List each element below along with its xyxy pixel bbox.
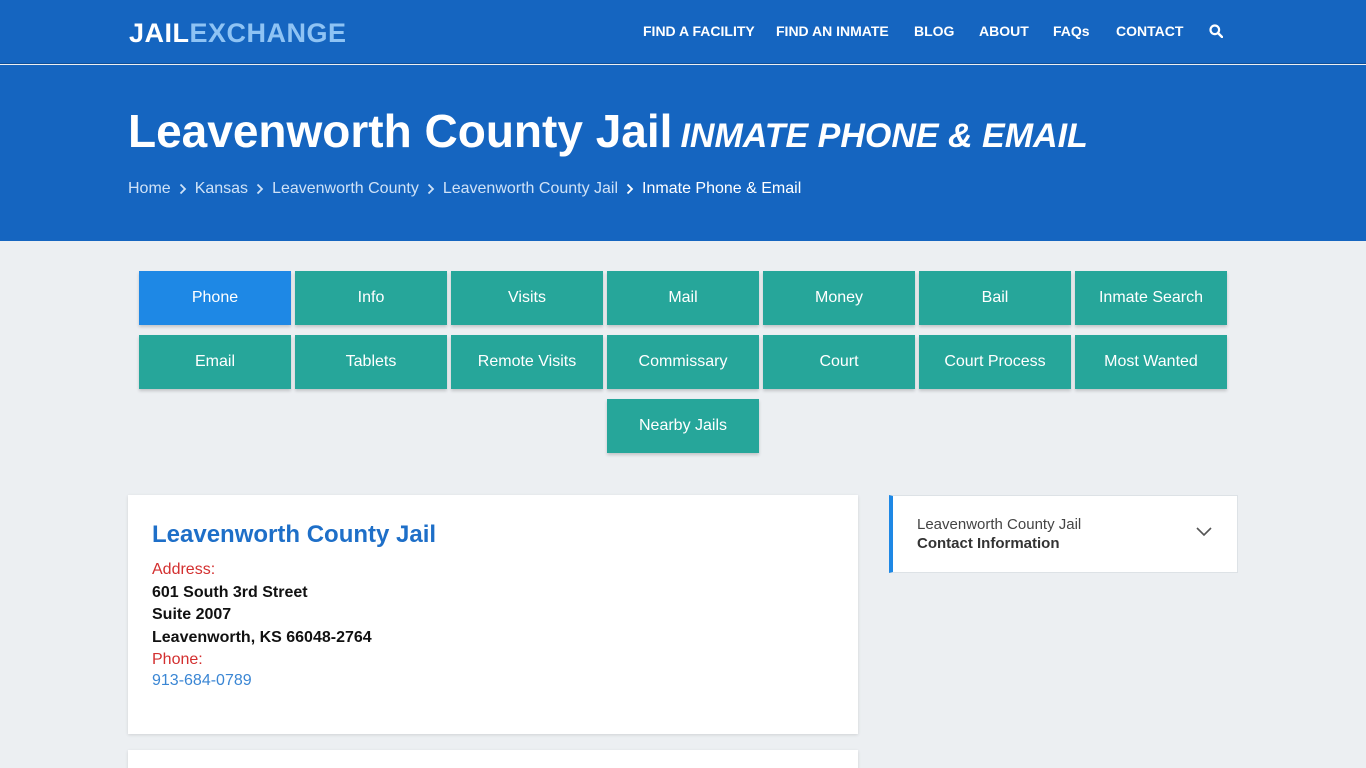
page-title: Leavenworth County Jail Inmate Phone & Em… — [128, 103, 1088, 164]
phone-link[interactable]: 913-684-0789 — [152, 671, 252, 691]
chevron-right-icon — [171, 179, 195, 199]
nav-faqs[interactable]: FAQs — [1053, 23, 1090, 39]
address-line-2: Suite 2007 — [152, 606, 232, 623]
chevron-right-icon — [248, 179, 272, 199]
tab-visits[interactable]: Visits — [451, 271, 603, 325]
tab-tablets[interactable]: Tablets — [295, 335, 447, 389]
logo-text-exchange: EXCHANGE — [189, 18, 347, 48]
tab-money[interactable]: Money — [763, 271, 915, 325]
breadcrumb-county[interactable]: Leavenworth County — [272, 179, 419, 199]
search-icon[interactable] — [1209, 24, 1223, 38]
chevron-right-icon — [618, 179, 642, 199]
address-line-3: Leavenworth, KS 66048-2764 — [152, 629, 372, 646]
breadcrumb-current: Inmate Phone & Email — [642, 180, 802, 197]
nav-find-facility[interactable]: FIND A FACILITY — [643, 23, 755, 39]
tab-nearby-jails[interactable]: Nearby Jails — [607, 399, 759, 453]
breadcrumb-home[interactable]: Home — [128, 179, 171, 199]
facility-name: Leavenworth County Jail — [152, 521, 437, 548]
tab-most-wanted[interactable]: Most Wanted — [1075, 335, 1227, 389]
nav-about[interactable]: ABOUT — [979, 23, 1029, 39]
tab-mail[interactable]: Mail — [607, 271, 759, 325]
accordion-title-contact: Contact Information — [917, 535, 1060, 552]
page-title-main: Leavenworth County Jail — [128, 105, 673, 157]
phone-label: Phone: — [152, 651, 203, 668]
tab-bail[interactable]: Bail — [919, 271, 1071, 325]
accordion-title-facility: Leavenworth County Jail — [917, 516, 1082, 533]
page-hero: Leavenworth County Jail Inmate Phone & Em… — [0, 65, 1366, 241]
tab-inmate-search[interactable]: Inmate Search — [1075, 271, 1227, 325]
tab-remote-visits[interactable]: Remote Visits — [451, 335, 603, 389]
facility-card: Leavenworth County Jail Address: 601 Sou… — [128, 495, 858, 734]
breadcrumb-kansas[interactable]: Kansas — [195, 179, 248, 199]
breadcrumb: Home Kansas Leavenworth County Leavenwor… — [128, 179, 801, 199]
nav-blog[interactable]: BLOG — [914, 23, 954, 39]
page-title-subtitle: Inmate Phone & Email — [680, 117, 1088, 155]
address-label: Address: — [152, 561, 216, 578]
chevron-right-icon — [419, 179, 443, 199]
chevron-down-icon[interactable] — [1195, 526, 1213, 538]
contact-info-accordion[interactable]: Leavenworth County Jail Contact Informat… — [889, 495, 1238, 573]
nav-contact[interactable]: CONTACT — [1116, 23, 1183, 39]
nav-find-inmate[interactable]: FIND AN INMATE — [776, 23, 889, 39]
tab-info[interactable]: Info — [295, 271, 447, 325]
breadcrumb-jail[interactable]: Leavenworth County Jail — [443, 179, 618, 199]
tab-court-process[interactable]: Court Process — [919, 335, 1071, 389]
address-line-1: 601 South 3rd Street — [152, 584, 308, 601]
top-navbar: JAILEXCHANGE FIND A FACILITY FIND AN INM… — [0, 0, 1366, 64]
tab-commissary[interactable]: Commissary — [607, 335, 759, 389]
site-logo[interactable]: JAILEXCHANGE — [129, 17, 347, 49]
tab-court[interactable]: Court — [763, 335, 915, 389]
logo-text-jail: JAIL — [129, 18, 190, 48]
tab-phone[interactable]: Phone — [139, 271, 291, 325]
tab-email[interactable]: Email — [139, 335, 291, 389]
secondary-card — [128, 750, 858, 768]
